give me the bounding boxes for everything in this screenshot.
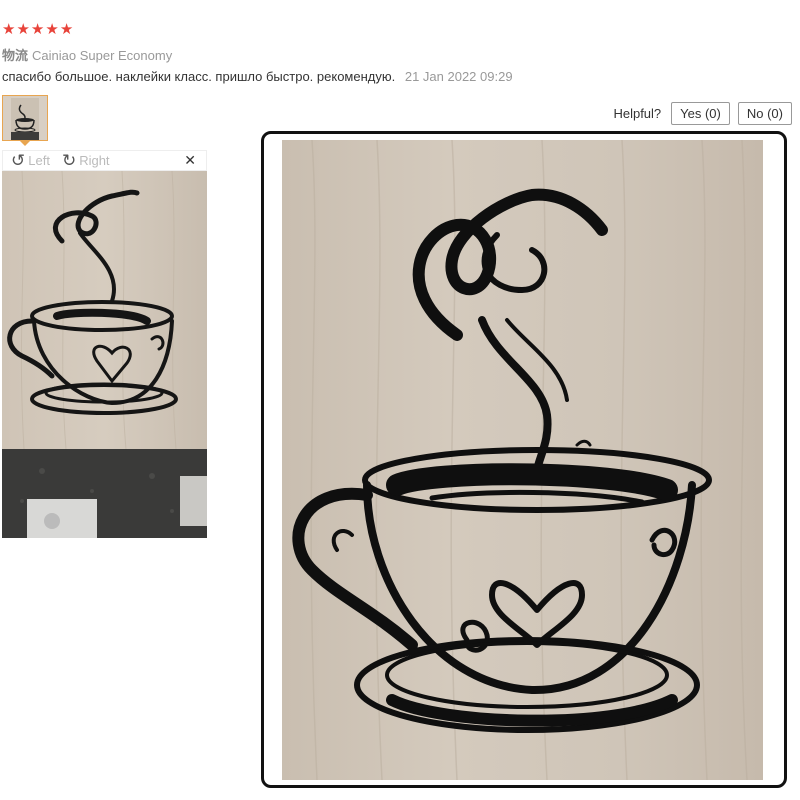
photo-large-image — [282, 140, 763, 780]
rotate-right-button[interactable]: ↻ Right — [62, 152, 110, 169]
helpful-yes-button[interactable]: Yes (0) — [671, 102, 730, 125]
photo-preview-image — [2, 171, 207, 538]
rating-stars: ★ ★ ★ ★ ★ — [2, 22, 73, 38]
review-date: 21 Jan 2022 09:29 — [404, 69, 513, 84]
helpful-no-button[interactable]: No (0) — [737, 102, 792, 125]
logistics-info: 物流 Cainiao Super Economy — [2, 45, 172, 64]
photo-large-view[interactable] — [261, 131, 787, 788]
review-photo-thumbnail[interactable] — [2, 95, 48, 141]
photo-preview — [2, 171, 207, 538]
close-icon[interactable]: ✕ — [184, 152, 196, 169]
helpful-section: Helpful? Yes (0) No (0) — [613, 102, 792, 125]
rotate-right-icon: ↻ — [61, 151, 77, 170]
thumbnail-selected-caret — [20, 141, 30, 146]
rotate-left-button[interactable]: ↺ Left — [11, 152, 50, 169]
star-icon: ★ — [2, 21, 16, 38]
logistics-label: 物流 — [2, 48, 29, 63]
thumbnail-image — [3, 96, 47, 140]
review-text-line: спасибо большое. наклейки класс. пришло … — [2, 69, 513, 84]
star-icon: ★ — [16, 21, 30, 38]
logistics-value: Cainiao Super Economy — [32, 48, 173, 63]
rotate-right-label: Right — [79, 153, 110, 168]
star-icon: ★ — [30, 21, 45, 38]
star-icon: ★ — [59, 21, 74, 38]
rotate-left-label: Left — [28, 153, 50, 168]
star-icon: ★ — [45, 21, 59, 38]
helpful-question: Helpful? — [613, 106, 662, 121]
review-text: спасибо большое. наклейки класс. пришло … — [2, 69, 396, 84]
image-viewer-toolbar: ↺ Left ↻ Right ✕ — [2, 150, 207, 171]
rotate-left-icon: ↺ — [11, 151, 26, 170]
